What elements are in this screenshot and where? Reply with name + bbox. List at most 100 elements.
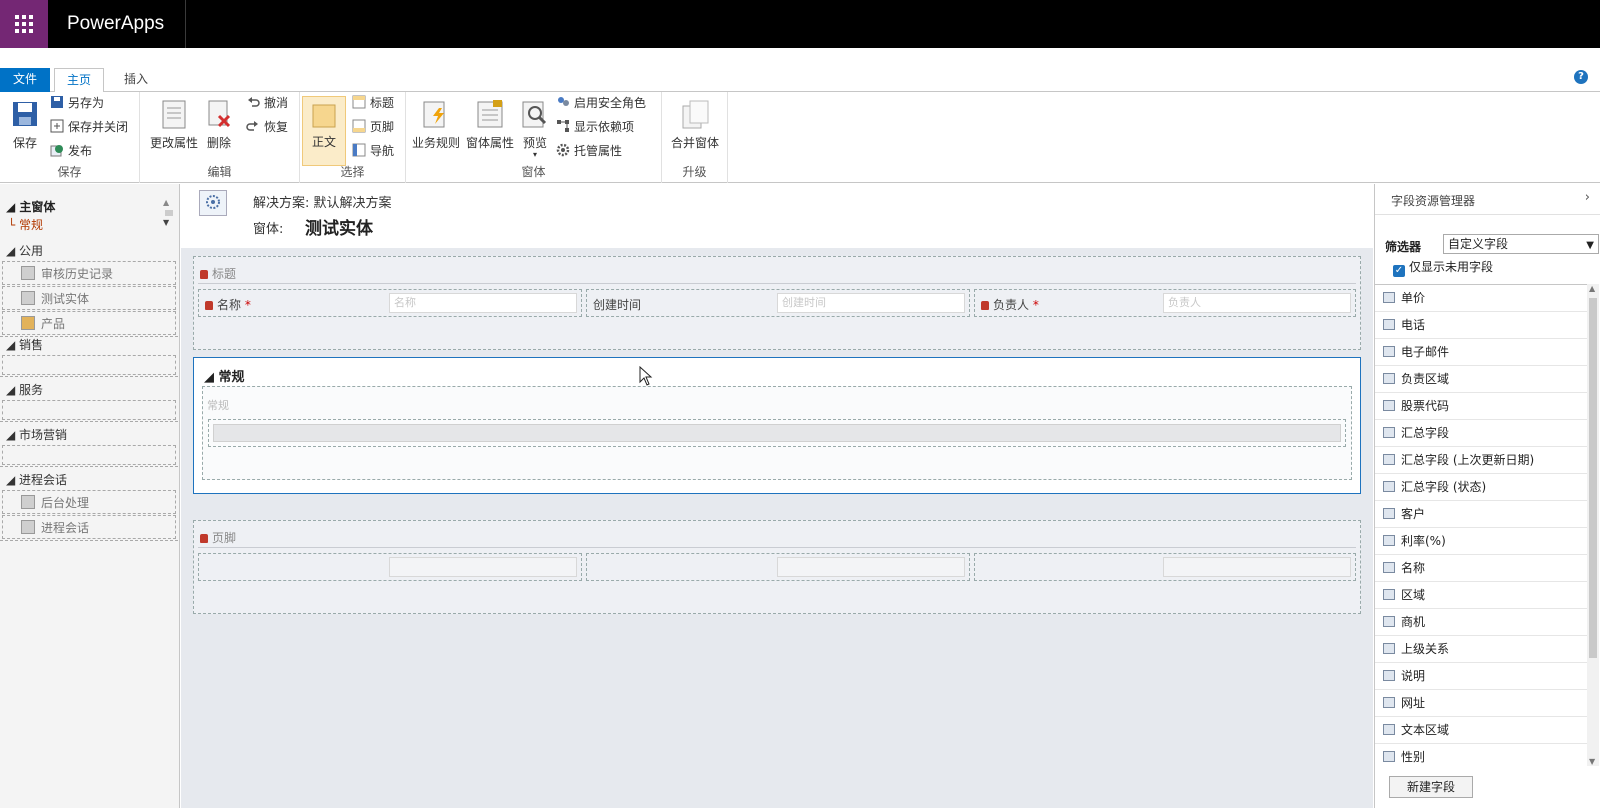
- field-list-item-label: 股票代码: [1401, 399, 1450, 413]
- tab-insert[interactable]: 插入: [112, 68, 160, 92]
- footer-section[interactable]: 页脚: [193, 520, 1361, 614]
- filter-select[interactable]: 自定义字段 ▼: [1443, 234, 1599, 254]
- footer-section-title: 页脚: [200, 529, 236, 546]
- field-owner[interactable]: 负责人 * 负责人: [974, 289, 1356, 317]
- show-dependencies-button[interactable]: 显示依赖项: [556, 118, 634, 136]
- nav-section-marketing-label: 市场营销: [19, 428, 68, 442]
- help-icon[interactable]: ?: [1574, 70, 1588, 84]
- nav-item-product[interactable]: 产品: [2, 311, 176, 335]
- app-launcher-icon[interactable]: [0, 0, 48, 48]
- section-general[interactable]: 常规: [202, 386, 1352, 480]
- only-unused-label: 仅显示未用字段: [1409, 260, 1494, 274]
- field-list-item[interactable]: 文本区域: [1375, 717, 1587, 744]
- undo-label: 撤消: [264, 96, 289, 110]
- preview-button[interactable]: 预览 ▾: [518, 98, 552, 159]
- nav-section-title[interactable]: ◢ 销售: [0, 336, 178, 354]
- delete-button[interactable]: 删除: [202, 98, 236, 151]
- navigation-button[interactable]: 导航: [352, 142, 394, 160]
- navigation-label: 导航: [370, 144, 395, 158]
- security-roles-icon: [556, 95, 570, 109]
- nav-section-sales-label: 销售: [19, 338, 44, 352]
- tab-home[interactable]: 主页: [54, 68, 105, 93]
- field-list-item[interactable]: 汇总字段 (上次更新日期): [1375, 447, 1587, 474]
- field-list-item-label: 客户: [1401, 507, 1426, 521]
- nav-item-audit-history[interactable]: 审核历史记录: [2, 261, 176, 285]
- footer-field-slot[interactable]: [974, 553, 1356, 581]
- nav-main-form[interactable]: ◢ 主窗体: [6, 198, 55, 215]
- footer-field-slot[interactable]: [586, 553, 970, 581]
- collapse-chevron-icon[interactable]: ›: [1585, 190, 1590, 205]
- tab-general[interactable]: ◢ 常规 常规: [193, 357, 1361, 494]
- scroll-down-icon[interactable]: ▼: [1589, 757, 1595, 766]
- nav-section-title[interactable]: ◢ 公用: [0, 242, 178, 260]
- nav-section-common-label: 公用: [19, 244, 44, 258]
- managed-properties-button[interactable]: 托管属性: [556, 142, 622, 160]
- nav-item-process-sessions[interactable]: 进程会话: [2, 515, 176, 539]
- field-list-item[interactable]: 电话: [1375, 312, 1587, 339]
- nav-scroll-arrows[interactable]: ▲ ▼: [163, 198, 175, 230]
- field-label: 创建时间: [593, 298, 642, 312]
- managed-properties-label: 托管属性: [574, 144, 623, 158]
- undo-button[interactable]: 撤消: [246, 94, 288, 112]
- top-bar: PowerApps: [0, 0, 1600, 48]
- field-list-item[interactable]: 汇总字段 (状态): [1375, 474, 1587, 501]
- field-list-item-label: 名称: [1401, 561, 1426, 575]
- nav-item-test-entity[interactable]: 测试实体: [2, 286, 176, 310]
- ribbon-group-upgrade: 合并窗体 升级: [662, 92, 728, 183]
- app-name[interactable]: PowerApps: [67, 13, 164, 35]
- field-list-item[interactable]: 名称: [1375, 555, 1587, 582]
- save-as-button[interactable]: 另存为: [50, 94, 104, 112]
- product-icon: [21, 316, 35, 330]
- nav-section-title[interactable]: ◢ 进程会话: [0, 471, 178, 489]
- field-created-on[interactable]: 创建时间 创建时间: [586, 289, 970, 317]
- nav-section-title[interactable]: ◢ 服务: [0, 381, 178, 399]
- body-button[interactable]: 正文: [302, 96, 346, 166]
- field-list-item[interactable]: 商机: [1375, 609, 1587, 636]
- field-list-item[interactable]: 客户: [1375, 501, 1587, 528]
- field-list-item[interactable]: 利率(%): [1375, 528, 1587, 555]
- field-list-item[interactable]: 区域: [1375, 582, 1587, 609]
- header-section-title-text: 标题: [212, 267, 237, 281]
- redo-button[interactable]: 恢复: [246, 118, 288, 136]
- scroll-up-icon[interactable]: ▲: [1589, 284, 1595, 293]
- field-list-item[interactable]: 性别: [1375, 744, 1587, 766]
- header-button[interactable]: 标题: [352, 94, 394, 112]
- only-unused-checkbox[interactable]: ✓ 仅显示未用字段: [1393, 258, 1493, 277]
- footer-label: 页脚: [370, 120, 395, 134]
- field-name[interactable]: 名称 * 名称: [198, 289, 582, 317]
- nav-section-title[interactable]: ◢ 市场营销: [0, 426, 178, 444]
- field-list-item[interactable]: 股票代码: [1375, 393, 1587, 420]
- save-close-button[interactable]: 保存并关闭: [50, 118, 128, 136]
- form-properties-button[interactable]: 窗体属性: [464, 98, 516, 151]
- show-dependencies-label: 显示依赖项: [574, 120, 635, 134]
- field-list-item-label: 上级关系: [1401, 642, 1450, 656]
- footer-field-input: [389, 557, 577, 577]
- change-properties-button[interactable]: 更改属性: [146, 98, 202, 151]
- field-list-scrollbar[interactable]: ▲ ▼: [1587, 284, 1599, 766]
- field-list-item[interactable]: 网址: [1375, 690, 1587, 717]
- field-list-item[interactable]: 单价: [1375, 285, 1587, 312]
- footer-button[interactable]: 页脚: [352, 118, 394, 136]
- scrollbar-thumb[interactable]: [1589, 298, 1597, 658]
- tab-file[interactable]: 文件: [0, 68, 50, 92]
- field-list-item[interactable]: 汇总字段: [1375, 420, 1587, 447]
- save-button[interactable]: 保存: [8, 98, 42, 151]
- preview-dropdown-icon[interactable]: ▾: [518, 151, 552, 159]
- footer-section-title-text: 页脚: [212, 531, 237, 545]
- gear-icon: [556, 143, 570, 157]
- field-list-item[interactable]: 上级关系: [1375, 636, 1587, 663]
- new-field-button[interactable]: 新建字段: [1389, 776, 1473, 798]
- enable-security-roles-button[interactable]: 启用安全角色: [556, 94, 646, 112]
- filter-label: 筛选器: [1385, 240, 1422, 254]
- publish-button[interactable]: 发布: [50, 142, 92, 160]
- nav-general[interactable]: └ 常规: [8, 216, 43, 233]
- section-general-field-slot[interactable]: [208, 419, 1346, 447]
- field-list-item[interactable]: 负责区域: [1375, 366, 1587, 393]
- merge-forms-button[interactable]: 合并窗体: [666, 98, 724, 151]
- field-list-item[interactable]: 说明: [1375, 663, 1587, 690]
- field-list-item[interactable]: 电子邮件: [1375, 339, 1587, 366]
- footer-field-slot[interactable]: [198, 553, 582, 581]
- business-rules-button[interactable]: 业务规则: [410, 98, 462, 151]
- header-section[interactable]: 标题 名称 * 名称 创建时间 创建时间 负责人 * 负责人: [193, 256, 1361, 350]
- nav-item-background-processing[interactable]: 后台处理: [2, 490, 176, 514]
